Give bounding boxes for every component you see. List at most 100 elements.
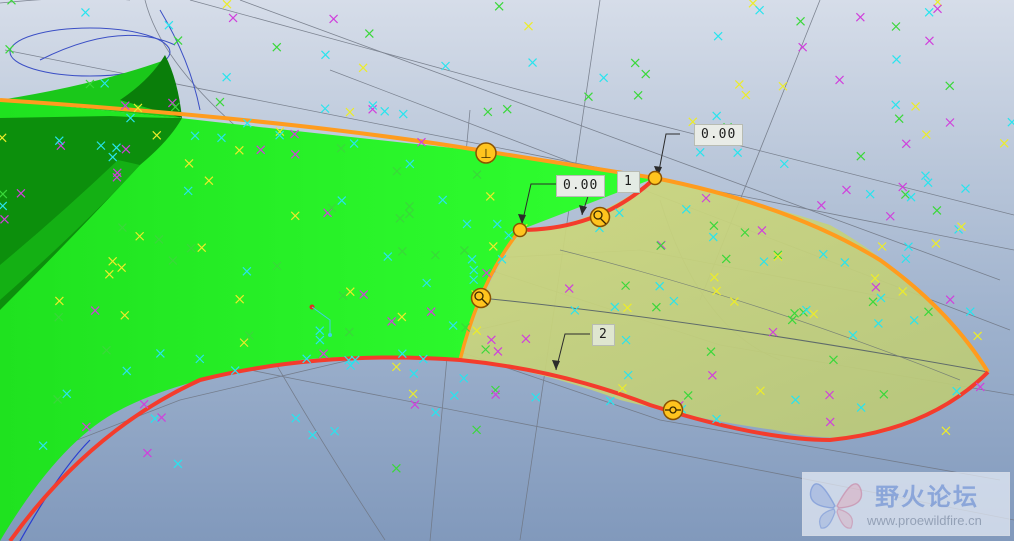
datum-point-marker	[733, 148, 743, 158]
datum-point-marker	[865, 189, 875, 199]
datum-point-marker	[901, 254, 911, 264]
datum-point-marker	[835, 75, 844, 85]
watermark-title: 野火论坛	[875, 483, 979, 511]
datum-point-marker	[894, 114, 904, 124]
datum-point-marker	[459, 373, 469, 383]
datum-point-marker	[856, 151, 866, 161]
datum-point-marker	[222, 0, 232, 9]
datum-point-marker	[157, 413, 167, 422]
datum-point-marker	[816, 200, 826, 210]
datum-point-marker	[329, 14, 339, 24]
datum-point-marker	[734, 79, 744, 89]
datum-point-marker	[921, 130, 931, 140]
datum-point-marker	[139, 399, 149, 409]
datum-point-marker	[911, 101, 920, 111]
slider-handle-bottom[interactable]	[662, 399, 684, 421]
datum-point-marker	[904, 242, 913, 252]
datum-point-marker	[408, 389, 418, 399]
datum-point-marker	[222, 72, 232, 82]
datum-point-marker	[81, 8, 90, 17]
datum-point-marker	[410, 400, 420, 410]
datum-point-marker	[330, 426, 340, 436]
datum-point-marker	[599, 73, 609, 83]
dimension-tag-top-right[interactable]: 0.00	[694, 124, 744, 146]
datum-point-marker	[483, 107, 493, 117]
datum-point-marker	[308, 430, 318, 440]
datum-point-marker	[528, 58, 537, 67]
datum-point-marker	[472, 425, 482, 435]
datum-point-marker	[291, 413, 301, 423]
dimension-tag-top-middle[interactable]: 1	[617, 171, 640, 193]
datum-point-marker	[364, 29, 374, 39]
datum-point-marker	[924, 7, 934, 17]
datum-point-marker	[630, 58, 640, 68]
butterfly-logo-icon	[809, 483, 863, 529]
datum-point-marker	[741, 90, 751, 100]
datum-point-marker	[215, 97, 225, 107]
datum-point-marker	[431, 407, 441, 417]
datum-point-marker	[898, 182, 908, 192]
datum-point-marker	[502, 104, 512, 114]
datum-point-marker	[931, 239, 941, 248]
datum-point-marker	[877, 242, 887, 251]
tangent-constraint-icon[interactable]: ⊥	[475, 142, 497, 164]
datum-point-marker	[892, 55, 901, 64]
datum-point-marker	[885, 211, 895, 221]
datum-point-marker	[796, 16, 805, 26]
datum-point-marker	[941, 426, 951, 436]
model-viewport[interactable]: ⊥ 0.00 0.00 1 2 野火论坛 www.proewildfire.cn	[0, 0, 1014, 541]
datum-point-marker	[358, 63, 368, 73]
sketch-point-end	[328, 333, 332, 337]
curvature-handle-left[interactable]	[470, 287, 492, 309]
dimension-tag-bottom[interactable]: 2	[592, 324, 615, 346]
datum-point-marker	[345, 107, 355, 117]
datum-point-marker	[933, 4, 942, 14]
datum-point-marker	[391, 362, 401, 372]
datum-point-marker	[923, 178, 933, 188]
datum-point-marker	[945, 295, 955, 305]
datum-point-marker	[957, 222, 966, 232]
datum-point-marker	[491, 390, 501, 400]
vertex-handle-right[interactable]	[647, 170, 663, 186]
datum-point-marker	[855, 12, 865, 22]
curvature-handle-top[interactable]	[589, 206, 611, 228]
datum-point-marker	[164, 20, 174, 30]
datum-point-marker	[779, 159, 789, 169]
datum-point-marker	[641, 69, 651, 79]
datum-point-marker	[494, 1, 504, 11]
datum-point-marker	[441, 61, 450, 71]
datum-point-marker	[695, 147, 705, 157]
datum-point-marker	[605, 396, 615, 406]
datum-point-marker	[320, 104, 330, 114]
datum-point-marker	[975, 382, 985, 392]
datum-point-marker	[713, 31, 723, 41]
datum-point-marker	[380, 106, 390, 116]
datum-point-marker	[961, 184, 970, 193]
datum-point-marker	[921, 171, 930, 181]
datum-point-marker	[932, 206, 942, 215]
datum-point-marker	[842, 185, 851, 195]
vertex-handle-left[interactable]	[512, 222, 528, 238]
datum-point-marker	[712, 111, 722, 121]
datum-point-marker	[524, 21, 533, 31]
constraint-symbol: ⊥	[480, 147, 491, 162]
model-scene[interactable]: ⊥	[0, 0, 1014, 541]
datum-point-marker	[391, 463, 401, 473]
datum-point-marker	[142, 448, 152, 458]
datum-point-marker	[633, 90, 643, 100]
datum-point-marker	[999, 138, 1009, 148]
datum-point-marker	[755, 5, 765, 15]
datum-point-marker	[901, 139, 911, 149]
datum-point-marker	[1007, 117, 1014, 127]
datum-point-marker	[449, 391, 459, 400]
datum-point-marker	[945, 81, 955, 91]
datum-point-marker	[272, 42, 282, 52]
watermark-url: www.proewildfire.cn	[867, 513, 982, 528]
datum-point-marker	[321, 50, 330, 60]
forum-watermark: 野火论坛 www.proewildfire.cn	[802, 472, 1010, 536]
datum-point-marker	[973, 331, 983, 341]
datum-point-marker	[925, 36, 934, 46]
dimension-tag-top-left[interactable]: 0.00	[556, 175, 606, 197]
datum-point-marker	[409, 369, 419, 379]
datum-point-marker	[173, 459, 183, 469]
